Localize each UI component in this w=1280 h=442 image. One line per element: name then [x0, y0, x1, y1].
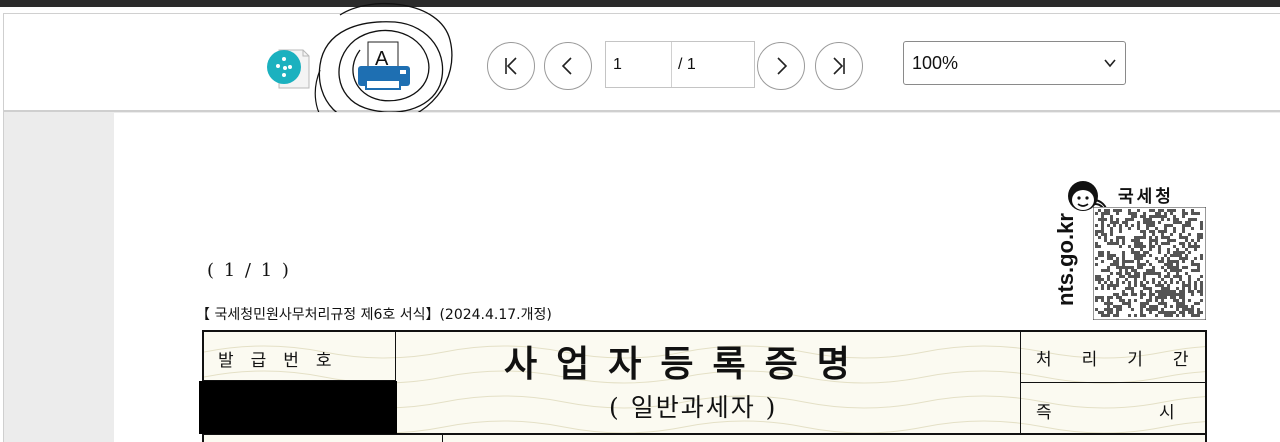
- certificate-subtitle: ( 일반과세자 ): [609, 393, 778, 422]
- page-indicator: ( 1 / 1 ): [207, 260, 291, 281]
- form-reference: 【 국세청민원사무처리규정 제6호 서식】(2024.4.17.개정): [196, 307, 552, 323]
- page-total-label: / 1: [678, 56, 696, 73]
- page-number-input[interactable]: [606, 42, 672, 87]
- agency-name: 국세청: [1118, 187, 1174, 207]
- print-button[interactable]: A: [354, 40, 412, 94]
- issue-number-label: 발급번호: [218, 351, 349, 371]
- table-divider: [1020, 332, 1021, 434]
- redacted-issue-number: [199, 381, 397, 434]
- printer-icon: A: [358, 41, 410, 90]
- next-page-icon: [777, 57, 788, 75]
- zoom-value: 100%: [912, 53, 959, 73]
- processing-period-value: 시: [1159, 403, 1175, 423]
- qr-code-icon: [1093, 207, 1206, 320]
- processing-period-label: 처리기간: [1036, 350, 1207, 370]
- last-page-button[interactable]: [815, 42, 863, 90]
- processing-period-value: 즉: [1036, 403, 1052, 423]
- window-top-bar: [0, 0, 1280, 7]
- next-page-button[interactable]: [757, 42, 805, 90]
- previous-page-button[interactable]: [544, 42, 592, 90]
- save-document-button[interactable]: [265, 46, 311, 90]
- table-divider: [1020, 382, 1205, 383]
- first-page-icon: [505, 57, 517, 75]
- chevron-down-icon: [1104, 59, 1116, 68]
- page-number-box: / 1: [605, 41, 755, 88]
- table-divider: [442, 434, 443, 442]
- first-page-button[interactable]: [487, 42, 535, 90]
- zoom-select[interactable]: 100%: [903, 41, 1126, 85]
- certificate-title: 사업자등록증명: [504, 343, 869, 385]
- document-save-icon: [267, 49, 310, 89]
- last-page-icon: [833, 57, 845, 75]
- previous-page-icon: [561, 57, 572, 75]
- agency-url: nts.go.kr: [1053, 213, 1078, 306]
